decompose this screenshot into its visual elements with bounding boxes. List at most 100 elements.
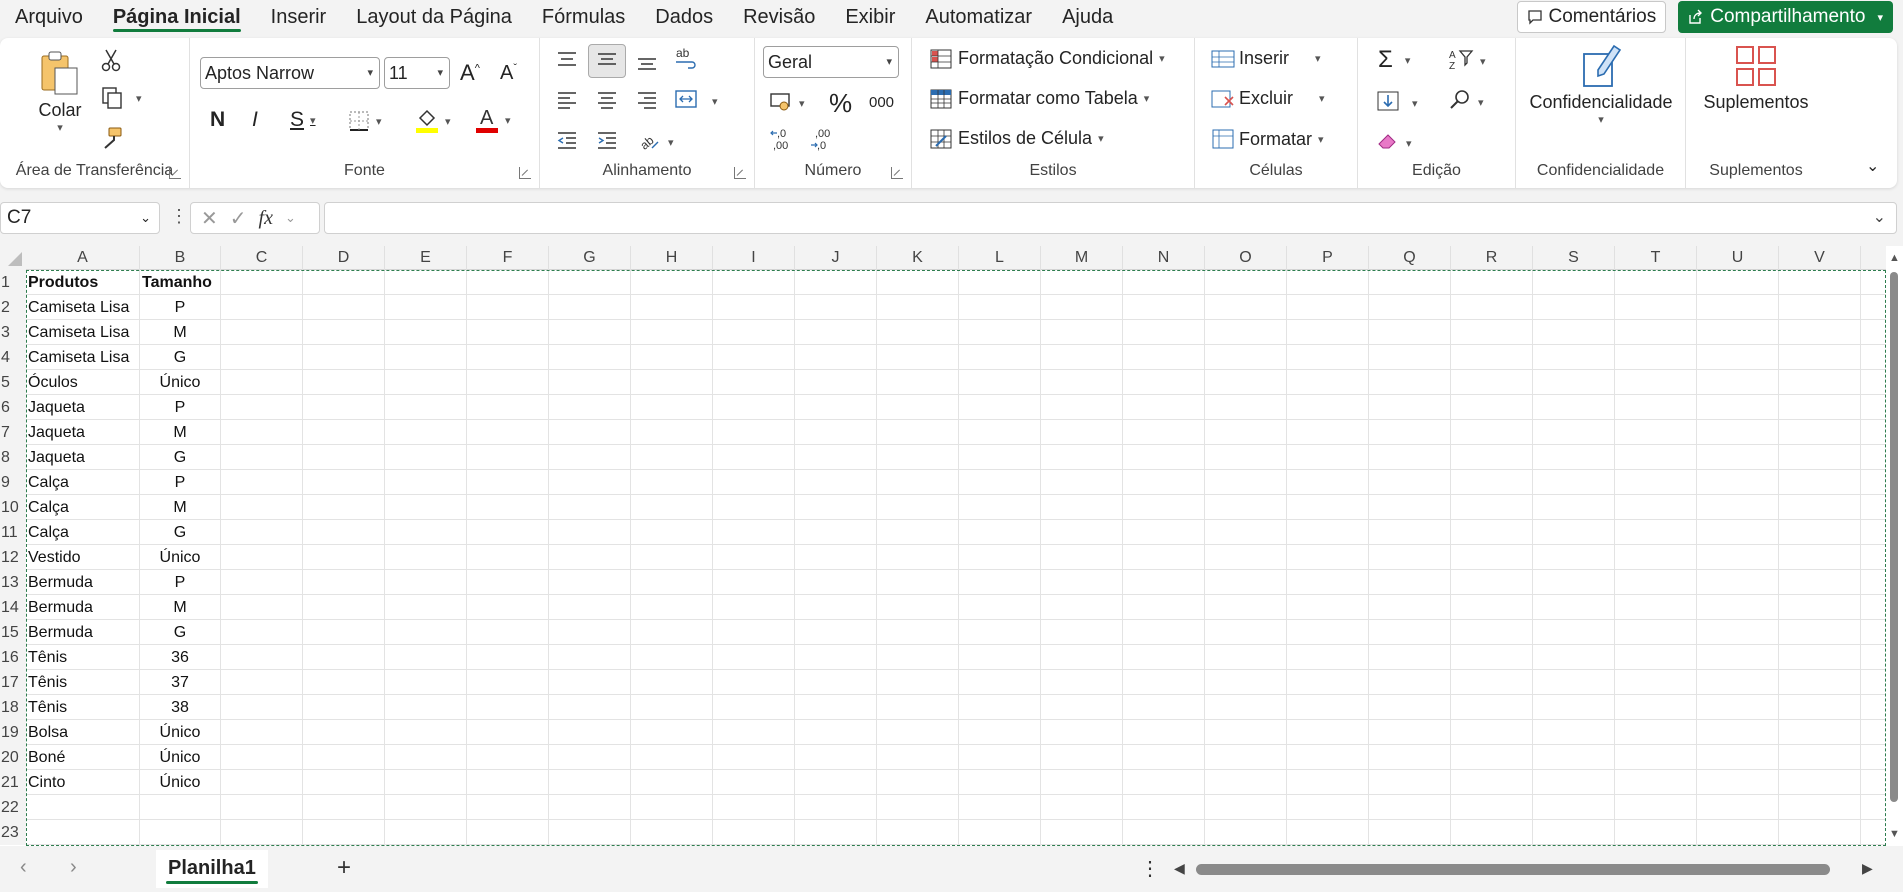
column-header-T[interactable]: T [1615,246,1697,270]
fill-button[interactable]: ▾ [1376,90,1418,117]
column-header-H[interactable]: H [631,246,713,270]
chevron-down-icon[interactable]: ⌄ [140,210,151,226]
chevron-down-icon[interactable]: ▾ [310,114,316,127]
cell-A1[interactable]: Produtos [26,270,140,295]
cell-B4[interactable]: G [140,345,221,370]
cell-B5[interactable]: Único [140,370,221,395]
addins-button[interactable]: Suplementos [1696,44,1816,113]
chevron-down-icon[interactable]: ▾ [799,97,805,110]
font-size-select[interactable]: 11 ▾ [384,57,450,89]
chevron-down-icon[interactable]: ▾ [1480,55,1486,68]
row-header-21[interactable]: 21 [0,770,26,795]
find-select-button[interactable]: ▾ [1448,88,1484,117]
horizontal-scroll-thumb[interactable] [1196,864,1830,875]
chevron-down-icon[interactable]: ▾ [57,121,63,134]
cell-A11[interactable]: Calça [26,520,140,545]
align-right-button[interactable] [636,90,658,115]
vertical-scrollbar[interactable]: ▲ ▼ [1886,246,1903,846]
cell-B8[interactable]: G [140,445,221,470]
column-header-V[interactable]: V [1779,246,1861,270]
font-name-select[interactable]: Aptos Narrow ▾ [200,57,380,89]
cell-B15[interactable]: G [140,620,221,645]
cell-B14[interactable]: M [140,595,221,620]
column-header-G[interactable]: G [549,246,631,270]
chevron-down-icon[interactable]: ▾ [1478,96,1484,109]
clear-button[interactable]: ▾ [1376,130,1412,157]
menu-item-2[interactable]: Inserir [256,0,342,34]
percent-button[interactable]: % [829,88,852,119]
cell-B3[interactable]: M [140,320,221,345]
cell-A4[interactable]: Camiseta Lisa [26,345,140,370]
paste-button[interactable]: Colar ▾ [38,50,82,134]
chevron-down-icon[interactable]: ⌄ [285,210,296,226]
column-header-K[interactable]: K [877,246,959,270]
font-color-button[interactable]: A ▾ [475,106,511,134]
row-header-2[interactable]: 2 [0,295,26,320]
column-header-I[interactable]: I [713,246,795,270]
thousands-button[interactable]: 000 [869,94,894,111]
row-header-6[interactable]: 6 [0,395,26,420]
function-icon[interactable]: fx [259,207,273,230]
cell-B11[interactable]: G [140,520,221,545]
cell-A12[interactable]: Vestido [26,545,140,570]
chevron-down-icon[interactable]: ▾ [1412,97,1418,110]
chevron-down-icon[interactable]: ▾ [136,92,142,105]
italic-button[interactable]: I [252,108,258,132]
row-header-13[interactable]: 13 [0,570,26,595]
scroll-down-icon[interactable]: ▼ [1889,828,1900,840]
clipboard-dialog-launcher[interactable] [169,167,181,179]
column-header-F[interactable]: F [467,246,549,270]
check-icon[interactable]: ✓ [230,206,247,231]
column-header-J[interactable]: J [795,246,877,270]
cancel-icon[interactable]: ✕ [201,206,218,231]
chevron-down-icon[interactable]: ▾ [1315,52,1321,65]
column-header-E[interactable]: E [385,246,467,270]
chevron-down-icon[interactable]: ▾ [1877,11,1883,24]
cell-A8[interactable]: Jaqueta [26,445,140,470]
menu-item-8[interactable]: Automatizar [910,0,1047,34]
column-header-N[interactable]: N [1123,246,1205,270]
row-header-23[interactable]: 23 [0,820,26,845]
menu-item-3[interactable]: Layout da Página [341,0,527,34]
row-header-22[interactable]: 22 [0,795,26,820]
menu-item-1[interactable]: Página Inicial [98,0,256,34]
sort-filter-button[interactable]: A Z ▾ [1448,48,1486,75]
column-header-A[interactable]: A [26,246,140,270]
row-header-3[interactable]: 3 [0,320,26,345]
autosum-button[interactable]: Σ ▾ [1378,46,1410,74]
increase-decimal-button[interactable]: ,0,00 [769,126,795,157]
row-header-15[interactable]: 15 [0,620,26,645]
cell-A16[interactable]: Tênis [26,645,140,670]
column-header-O[interactable]: O [1205,246,1287,270]
column-header-M[interactable]: M [1041,246,1123,270]
number-format-select[interactable]: Geral ▾ [763,46,899,78]
wrap-text-button[interactable]: ab [674,46,698,77]
chevron-down-icon[interactable]: ▾ [1406,137,1412,150]
row-header-10[interactable]: 10 [0,495,26,520]
column-header-B[interactable]: B [140,246,221,270]
cell-B20[interactable]: Único [140,745,221,770]
formula-input[interactable]: ⌄ [324,202,1897,234]
menu-item-5[interactable]: Dados [640,0,728,34]
cell-A15[interactable]: Bermuda [26,620,140,645]
name-box[interactable]: C7 ⌄ [0,202,160,234]
row-header-4[interactable]: 4 [0,345,26,370]
prev-sheet-icon[interactable]: ‹ [20,856,27,879]
cell-A21[interactable]: Cinto [26,770,140,795]
cell-A14[interactable]: Bermuda [26,595,140,620]
add-sheet-button[interactable]: + [337,854,351,882]
row-header-1[interactable]: 1 [0,270,26,295]
decrease-decimal-button[interactable]: ,00,0 [809,126,835,157]
cell-B19[interactable]: Único [140,720,221,745]
menu-item-6[interactable]: Revisão [728,0,830,34]
column-header-Q[interactable]: Q [1369,246,1451,270]
cell-A9[interactable]: Calça [26,470,140,495]
align-middle-button[interactable] [588,44,626,78]
increase-font-button[interactable]: A^ [460,60,480,86]
number-dialog-launcher[interactable] [891,167,903,179]
cell-A2[interactable]: Camiseta Lisa [26,295,140,320]
row-header-9[interactable]: 9 [0,470,26,495]
row-header-11[interactable]: 11 [0,520,26,545]
chevron-down-icon[interactable]: ▾ [668,136,674,149]
column-header-P[interactable]: P [1287,246,1369,270]
